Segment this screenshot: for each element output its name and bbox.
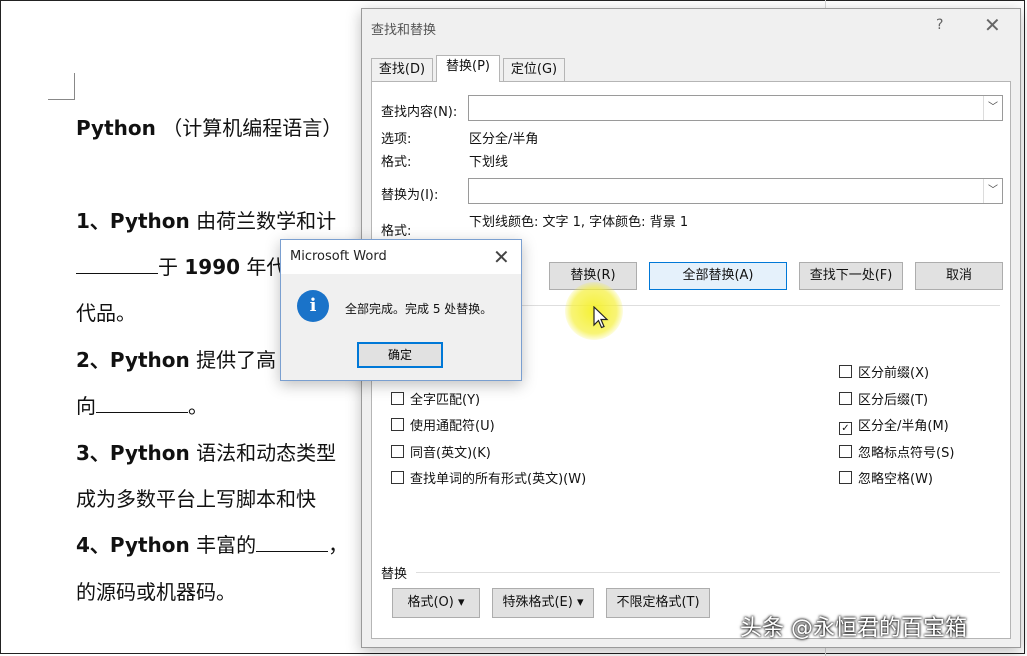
close-icon[interactable]: ✕ [984,13,1001,37]
checkbox-label: 全字匹配(Y) [410,393,481,408]
doc-text: 语法和动态类型 [189,441,337,465]
checkbox-label: 同音(英文)(K) [410,446,491,461]
doc-number: 3、 [76,441,110,465]
close-icon[interactable]: ✕ [493,245,510,269]
checkbox-match-suffix[interactable]: 区分后缀(T) [839,389,928,408]
checkmark-icon[interactable]: ✓ [839,422,852,435]
replace-format-value: 下划线颜色: 文字 1, 字体颜色: 背景 1 [469,215,689,230]
tab-find[interactable]: 查找(D) [371,58,433,81]
find-what-input[interactable]: ﹀ [468,95,1003,121]
ok-button[interactable]: 确定 [357,342,443,368]
options-value: 区分全/半角 [469,132,539,147]
doc-bold-text: Python [109,348,190,372]
doc-bold-text: 1990 [184,255,241,279]
doc-line-9: 4、Python 丰富的 ， [76,529,348,558]
replace-all-button[interactable]: 全部替换(A) [649,262,787,290]
tab-replace[interactable]: 替换(P) [436,55,500,82]
checkbox-box[interactable] [391,471,404,484]
help-icon[interactable]: ? [936,17,943,33]
doc-line-7: 3、Python 语法和动态类型 [76,437,336,466]
divider [416,572,1000,573]
message-text: 全部完成。完成 5 处替换。 [345,302,493,316]
message-box-body: i 全部完成。完成 5 处替换。 确定 [281,274,521,380]
checkbox-box[interactable] [391,418,404,431]
doc-text: 的源码或机器码。 [76,580,236,604]
dialog-title: 查找和替换 [371,23,437,38]
doc-text: 代品。 [76,301,136,325]
doc-bold-text: Python [76,116,156,140]
find-next-button[interactable]: 查找下一处(F) [799,262,903,290]
doc-bold-text: Python [109,533,190,557]
fill-blank [256,533,329,552]
checkbox-label: 忽略标点符号(S) [858,446,955,461]
checkbox-label: 区分后缀(T) [858,393,929,408]
checkbox-label: 查找单词的所有形式(英文)(W) [410,472,587,487]
checkbox-label: 使用通配符(U) [410,419,495,434]
doc-text: 提供了高 [189,348,277,372]
doc-text: （计算机编程语言） [155,116,343,140]
doc-line-1: Python （计算机编程语言） [76,112,342,141]
replace-with-input[interactable]: ﹀ [468,178,1003,204]
checkbox-box[interactable] [391,392,404,405]
fill-blank [76,255,158,274]
doc-number: 4、 [76,533,110,557]
message-box-titlebar: Microsoft Word [281,240,521,274]
doc-text: 于 [158,255,185,279]
doc-number: 1、 [76,209,110,233]
checkbox-label: 区分前缀(X) [858,366,930,381]
fill-blank [96,394,188,413]
doc-text: 成为多数平台上写脚本和快 [76,487,316,511]
special-dropdown-button[interactable]: 特殊格式(E) ▾ [492,588,594,618]
checkbox-ignore-space[interactable]: 忽略空格(W) [839,468,933,487]
find-what-label: 查找内容(N): [381,105,458,120]
tab-goto[interactable]: 定位(G) [503,58,565,81]
doc-text: 丰富的 [189,533,257,557]
cancel-button[interactable]: 取消 [915,262,1003,290]
replace-with-label: 替换为(I): [381,188,439,203]
doc-line-8: 成为多数平台上写脚本和快 [76,483,316,512]
doc-bold-text: Python [109,441,190,465]
doc-line-4: 代品。 [76,297,136,326]
doc-line-2: 1、Python 由荷兰数学和计 [76,205,336,234]
doc-line-10: 的源码或机器码。 [76,576,236,605]
checkbox-box[interactable] [839,471,852,484]
chevron-down-icon[interactable]: ﹀ [983,179,1002,203]
find-format-value: 下划线 [469,155,509,170]
watermark-text: 头条 @永恒君的百宝箱 [740,616,967,641]
checkbox-sounds-like[interactable]: 同音(英文)(K) [391,442,491,461]
checkbox-box[interactable] [391,445,404,458]
chevron-down-icon[interactable]: ﹀ [983,96,1002,120]
format-dropdown-button[interactable]: 格式(O) ▾ [392,588,480,618]
doc-text: ， [328,533,349,557]
doc-line-6: 向。 [76,390,208,419]
mouse-cursor-icon [593,306,609,329]
checkbox-box[interactable] [839,445,852,458]
doc-text: 由荷兰数学和计 [189,209,337,233]
checkbox-all-word-forms[interactable]: 查找单词的所有形式(英文)(W) [391,468,586,487]
checkbox-box[interactable] [839,365,852,378]
replace-section-label: 替换 [381,567,408,582]
message-box-title: Microsoft Word [290,249,387,264]
doc-number: 2、 [76,348,110,372]
doc-line-5: 2、Python 提供了高 [76,344,276,373]
doc-line-3: 于 1990 年代 [76,251,286,280]
checkbox-match-prefix[interactable]: 区分前缀(X) [839,362,929,381]
info-icon: i [297,290,329,322]
doc-text: 向 [76,394,96,418]
no-formatting-button[interactable]: 不限定格式(T) [606,588,710,618]
checkbox-wildcards[interactable]: 使用通配符(U) [391,415,495,434]
options-label: 选项: [381,132,412,147]
checkbox-label: 区分全/半角(M) [858,419,949,434]
checkbox-label: 忽略空格(W) [858,472,933,487]
message-box: Microsoft Word ✕ i 全部完成。完成 5 处替换。 确定 [280,239,522,381]
checkbox-box[interactable] [839,392,852,405]
checkbox-ignore-punct[interactable]: 忽略标点符号(S) [839,442,954,461]
find-format-label: 格式: [381,155,412,170]
margin-corner-mark [48,73,75,100]
checkbox-whole-word[interactable]: 全字匹配(Y) [391,389,480,408]
doc-bold-text: Python [109,209,190,233]
doc-text: 。 [188,394,208,418]
checkbox-match-width[interactable]: ✓ 区分全/半角(M) [839,415,949,435]
replace-format-label: 格式: [381,224,412,239]
